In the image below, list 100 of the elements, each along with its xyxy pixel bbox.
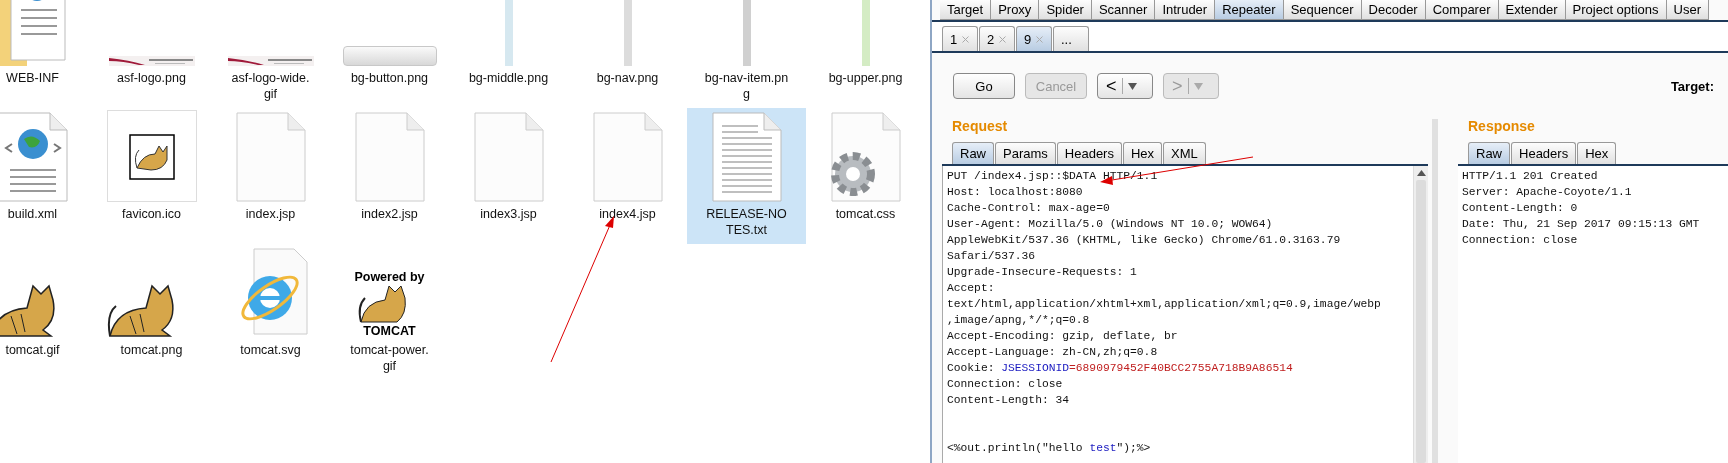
view-tab[interactable]: XML [1163, 142, 1206, 164]
file-item[interactable]: RELEASE-NOTES.txt [687, 108, 806, 244]
view-tab[interactable]: Params [995, 142, 1056, 164]
view-tab[interactable]: Hex [1122, 142, 1163, 164]
code-line: Accept-Encoding: gzip, deflate, br [947, 329, 1178, 344]
file-name: index2.jsp [360, 206, 419, 222]
file-name: tomcat.css [834, 206, 897, 222]
tool-tab[interactable]: Decoder [1361, 0, 1426, 20]
file-item[interactable]: WEB-INF [0, 0, 92, 108]
file-item[interactable]: Powered by TOMCAT tomcat-power.gif [330, 244, 449, 380]
code-line: Date: Thu, 21 Sep 2017 09:15:13 GMT [1462, 217, 1700, 232]
tool-tab[interactable]: Project options [1565, 0, 1667, 20]
session-tab[interactable]: 2 [979, 26, 1015, 51]
view-tab[interactable]: Raw [952, 142, 994, 164]
gear-document-icon [830, 112, 901, 202]
code-line: HTTP/1.1 201 Created [1462, 169, 1598, 184]
document-icon [354, 112, 425, 202]
history-button[interactable]: < [1097, 73, 1153, 99]
scrollbar[interactable] [1413, 166, 1428, 463]
file-name: favicon.ico [120, 206, 183, 222]
view-tab[interactable]: Headers [1511, 142, 1577, 164]
file-item[interactable]: asf-logo.png [92, 0, 211, 108]
code-line: ,image/apng,*/*;q=0.8 [947, 313, 1090, 328]
file-item[interactable]: asf-logo-wide.gif [211, 0, 330, 108]
tool-tab[interactable]: Repeater [1215, 0, 1284, 20]
tool-tab[interactable]: Intruder [1155, 0, 1216, 20]
dropdown-caret-icon [1127, 82, 1137, 90]
code-line: Connection: close [947, 377, 1063, 392]
file-name: index.jsp [244, 206, 297, 222]
code-line: Connection: close [1462, 233, 1578, 248]
code-line: Accept: [947, 281, 995, 296]
file-item[interactable]: index3.jsp [449, 108, 568, 244]
file-item[interactable]: tomcat.gif [0, 244, 92, 380]
session-tab[interactable]: 9 [1016, 26, 1052, 51]
file-name: bg-middle.png [467, 70, 550, 86]
request-editor[interactable] [942, 166, 1428, 463]
code-line: AppleWebKit/537.36 (KHTML, like Gecko) Chrome/61.0.3163.79 [947, 233, 1341, 248]
view-tab[interactable]: Headers [1056, 142, 1122, 164]
close-icon[interactable] [1036, 35, 1044, 43]
file-name: index4.jsp [598, 206, 657, 222]
tool-tab[interactable]: Scanner [1091, 0, 1156, 20]
file-item[interactable]: tomcat.svg [211, 244, 330, 380]
code-line: Content-Length: 34 [947, 393, 1070, 408]
file-name: tomcat.gif [4, 342, 61, 358]
file-name: WEB-INF [5, 70, 60, 86]
toolbar-button[interactable]: Go [953, 73, 1015, 99]
text-document-icon [711, 112, 782, 202]
code-line: Host: localhost:8080 [947, 185, 1083, 200]
document-icon [592, 112, 663, 202]
tool-tab[interactable]: User [1666, 0, 1709, 20]
file-item[interactable]: index4.jsp [568, 108, 687, 244]
file-item[interactable]: tomcat.png [92, 244, 211, 380]
file-name: build.xml [6, 206, 59, 222]
file-item[interactable]: bg-middle.png [449, 0, 568, 108]
code-line: <%out.println("hello test");%> [947, 441, 1151, 456]
file-item[interactable]: bg-upper.png [806, 0, 925, 108]
target-label: Target: [1670, 78, 1715, 94]
file-name: asf-logo-wide.gif [230, 70, 311, 102]
file-name: bg-button.png [349, 70, 430, 86]
file-name: bg-nav-item.png [704, 70, 789, 102]
code-line: Cookie: JSESSIONID=6890979452F40BCC2755A718B9A86514 [947, 361, 1293, 376]
file-name: tomcat.svg [239, 342, 302, 358]
file-name: RELEASE-NOTES.txt [705, 206, 788, 238]
file-item[interactable]: favicon.ico [92, 108, 211, 244]
tool-tab[interactable]: Spider [1039, 0, 1092, 20]
file-item[interactable]: index2.jsp [330, 108, 449, 244]
session-tab[interactable]: 1 [942, 26, 978, 51]
scroll-up-icon[interactable] [1416, 170, 1426, 176]
file-item[interactable]: bg-button.png [330, 0, 449, 108]
code-line: Safari/537.36 [947, 249, 1036, 264]
file-item[interactable]: index.jsp [211, 108, 330, 244]
pane-title: Response [1467, 117, 1536, 136]
file-name: bg-nav.png [595, 70, 660, 86]
file-item[interactable]: bg-nav-item.png [687, 0, 806, 108]
close-icon[interactable] [999, 35, 1007, 43]
code-line: Cache-Control: max-age=0 [947, 201, 1110, 216]
file-item[interactable]: bg-nav.png [568, 0, 687, 108]
close-icon[interactable] [962, 35, 970, 43]
code-line: Accept-Language: zh-CN,zh;q=0.8 [947, 345, 1158, 360]
tool-tab[interactable]: Proxy [991, 0, 1040, 20]
code-line: Content-Length: 0 [1462, 201, 1578, 216]
view-tab[interactable]: Hex [1577, 142, 1617, 164]
document-icon [473, 112, 544, 202]
code-line: text/html,application/xhtml+xml,application/xml;q=0.9,image/webp [947, 297, 1381, 312]
file-item[interactable]: build.xml [0, 108, 92, 244]
tool-tab[interactable]: Target [940, 0, 992, 20]
response-editor[interactable]: HTTP/1.1 201 Created Server: Apache-Coyote/1.1 Content-Length: 0 Date: Thu, 21 Sep 2017 09:15:13 GMT Connection: close [1458, 166, 1728, 463]
dropdown-caret-icon [1193, 82, 1203, 90]
tool-tab[interactable]: Sequencer [1283, 0, 1362, 20]
file-name: tomcat-power.gif [349, 342, 430, 374]
code-line: Server: Apache-Coyote/1.1 [1462, 185, 1632, 200]
code-line: User-Agent: Mozilla/5.0 (Windows NT 10.0; WOW64) [947, 217, 1273, 232]
session-tab[interactable]: ... [1053, 26, 1089, 51]
tool-tab[interactable]: Extender [1498, 0, 1566, 20]
file-name: index3.jsp [479, 206, 538, 222]
view-tab[interactable]: Raw [1468, 142, 1510, 164]
file-item[interactable]: tomcat.css [806, 108, 925, 244]
file-name: tomcat.png [119, 342, 184, 358]
document-icon [235, 112, 306, 202]
tool-tab[interactable]: Comparer [1425, 0, 1499, 20]
